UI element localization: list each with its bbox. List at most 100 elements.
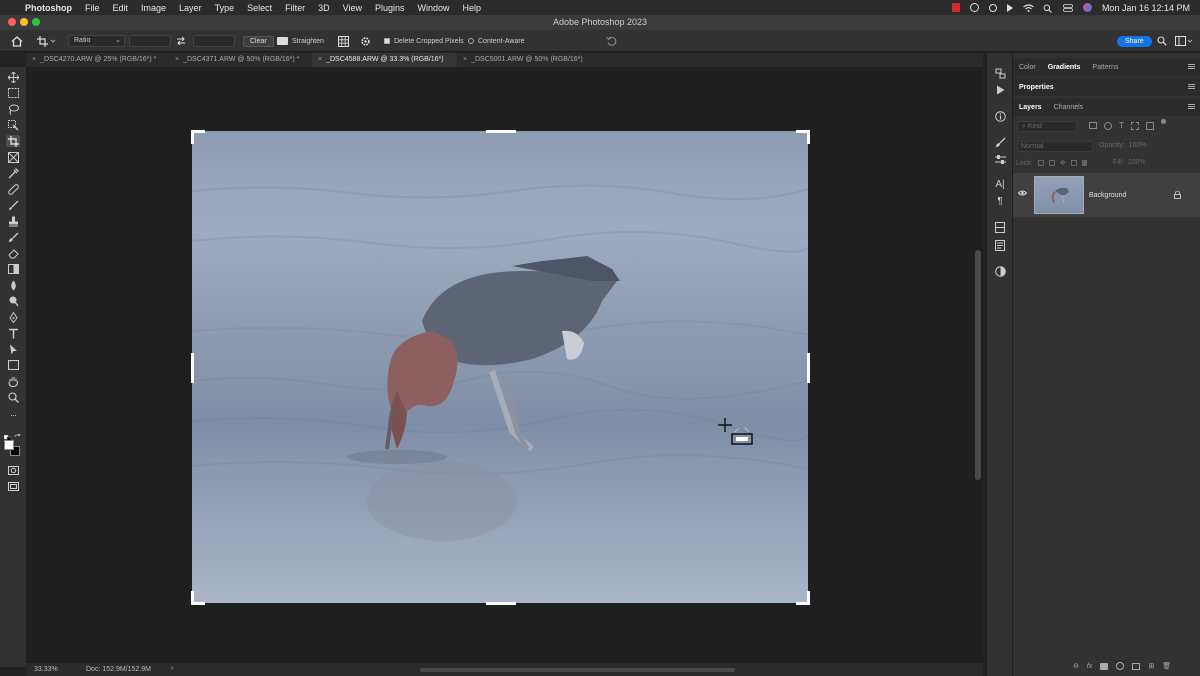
filter-pixel-icon[interactable] [1089,122,1097,129]
new-layer-icon[interactable]: ⊞ [1148,662,1154,670]
crop-handle-bottom-left[interactable] [191,591,194,605]
tab-gradients[interactable]: Gradients [1042,64,1087,71]
menu-type[interactable]: Type [215,3,235,13]
control-center-icon[interactable] [1063,3,1073,12]
spotlight-search-icon[interactable] [1043,4,1053,13]
new-group-icon[interactable] [1132,662,1141,670]
path-selection-tool-icon[interactable] [6,343,20,355]
reset-undo-icon[interactable] [606,30,617,52]
gradient-tool-icon[interactable] [6,263,20,275]
history-panel-icon[interactable] [994,67,1006,79]
lock-transparent-icon[interactable] [1037,160,1044,166]
swap-dimensions-icon[interactable] [176,30,186,52]
home-icon[interactable] [11,30,23,52]
crop-tool-preset-icon[interactable] [37,30,55,52]
history-brush-tool-icon[interactable] [6,231,20,243]
add-mask-icon[interactable] [1100,662,1109,670]
rectangle-tool-icon[interactable] [6,359,20,371]
menubar-datetime[interactable]: Mon Jan 16 12:14 PM [1102,3,1190,13]
eraser-tool-icon[interactable] [6,247,20,259]
fill-control[interactable]: Fill: 100% [1113,159,1146,166]
opacity-control[interactable]: Opacity: 100% [1099,142,1147,149]
crop-handle-top[interactable] [486,130,516,133]
type-tool-icon[interactable] [6,327,20,339]
blend-mode-dropdown[interactable]: Normal [1017,141,1093,152]
grid-overlay-icon[interactable] [338,30,349,52]
close-tab-icon[interactable]: × [175,56,179,63]
lock-all-icon[interactable] [1081,160,1087,166]
panel-menu-icon[interactable] [1188,104,1195,109]
lasso-tool-icon[interactable] [6,103,20,115]
move-tool-icon[interactable] [6,71,20,83]
quick-mask-icon[interactable] [6,464,20,476]
libraries-panel-icon[interactable] [994,221,1006,233]
adjustments-sliders-icon[interactable] [994,153,1006,165]
foreground-color-swatch[interactable] [4,440,14,450]
panel-menu-icon[interactable] [1188,84,1195,89]
menu-layer[interactable]: Layer [179,3,202,13]
document-tab[interactable]: × _DSC5001.ARW @ 50% (RGB/16*) [457,53,597,67]
app-menu[interactable]: Photoshop [25,3,72,13]
pen-tool-icon[interactable] [6,311,20,323]
lock-image-icon[interactable] [1048,160,1055,166]
brush-settings-icon[interactable] [994,136,1006,148]
filter-toggle-icon[interactable] [1160,119,1166,124]
panel-menu-icon[interactable] [1188,64,1195,69]
vertical-scrollbar[interactable] [975,250,981,480]
menu-filter[interactable]: Filter [285,3,305,13]
document-tab[interactable]: × _DSC4270.ARW @ 25% (RGB/16*) * [26,53,169,67]
status-menu-arrow[interactable]: › [171,665,173,672]
tab-color[interactable]: Color [1013,64,1042,71]
wifi-icon[interactable] [1023,3,1034,12]
lock-position-icon[interactable]: ✥ [1060,159,1066,167]
crop-height-input[interactable] [193,30,235,52]
crop-handle-top-left[interactable] [191,130,194,144]
menu-edit[interactable]: Edit [113,3,129,13]
more-tools-icon[interactable]: ··· [6,409,20,421]
zoom-level[interactable]: 33.33% [34,666,58,673]
filter-shape-icon[interactable] [1130,122,1139,130]
menu-3d[interactable]: 3D [318,3,330,13]
blur-tool-icon[interactable] [6,279,20,291]
delete-cropped-pixels-checkbox[interactable]: Delete Cropped Pixels [384,30,464,52]
record-icon[interactable] [988,3,997,12]
minimize-window-button[interactable] [20,18,28,26]
paragraph-panel-icon[interactable]: ¶ [994,195,1006,207]
menu-file[interactable]: File [85,3,100,13]
delete-layer-icon[interactable]: 🗑 [1162,662,1171,670]
straighten-button[interactable]: Straighten [277,30,324,52]
screen-mode-icon[interactable] [6,480,20,492]
filter-adjustment-icon[interactable] [1104,122,1112,130]
menu-help[interactable]: Help [463,3,482,13]
menu-view[interactable]: View [343,3,362,13]
crop-handle-bottom-right[interactable] [807,591,810,605]
crop-handle-bottom[interactable] [486,602,516,605]
crop-handle-left[interactable] [191,353,194,383]
notes-panel-icon[interactable] [994,239,1006,251]
close-window-button[interactable] [8,18,16,26]
tab-properties[interactable]: Properties [1013,84,1060,91]
creative-cloud-icon[interactable] [969,3,979,12]
layer-row-background[interactable]: Background [1013,173,1200,217]
eyedropper-tool-icon[interactable] [6,167,20,179]
tab-patterns[interactable]: Patterns [1086,64,1124,71]
hand-tool-icon[interactable] [6,375,20,387]
menu-image[interactable]: Image [141,3,166,13]
document-tab-active[interactable]: × _DSC4588.ARW @ 33.3% (RGB/16*) [312,53,457,67]
search-icon[interactable] [1157,30,1167,52]
menu-plugins[interactable]: Plugins [375,3,405,13]
crop-width-input[interactable] [129,30,171,52]
menu-select[interactable]: Select [247,3,272,13]
crop-tool-icon[interactable] [6,135,20,147]
document-canvas-image[interactable] [192,131,808,603]
new-adjustment-layer-icon[interactable] [1116,662,1125,670]
content-aware-checkbox[interactable]: Content-Aware [468,30,525,52]
frame-tool-icon[interactable] [6,151,20,163]
tab-layers[interactable]: Layers [1013,104,1048,111]
close-tab-icon[interactable]: × [463,56,467,63]
red-extension-icon[interactable] [951,3,960,12]
share-button[interactable]: Share [1117,30,1152,52]
visibility-eye-icon[interactable] [1017,190,1028,198]
zoom-tool-icon[interactable] [6,391,20,403]
object-selection-tool-icon[interactable] [6,119,20,131]
